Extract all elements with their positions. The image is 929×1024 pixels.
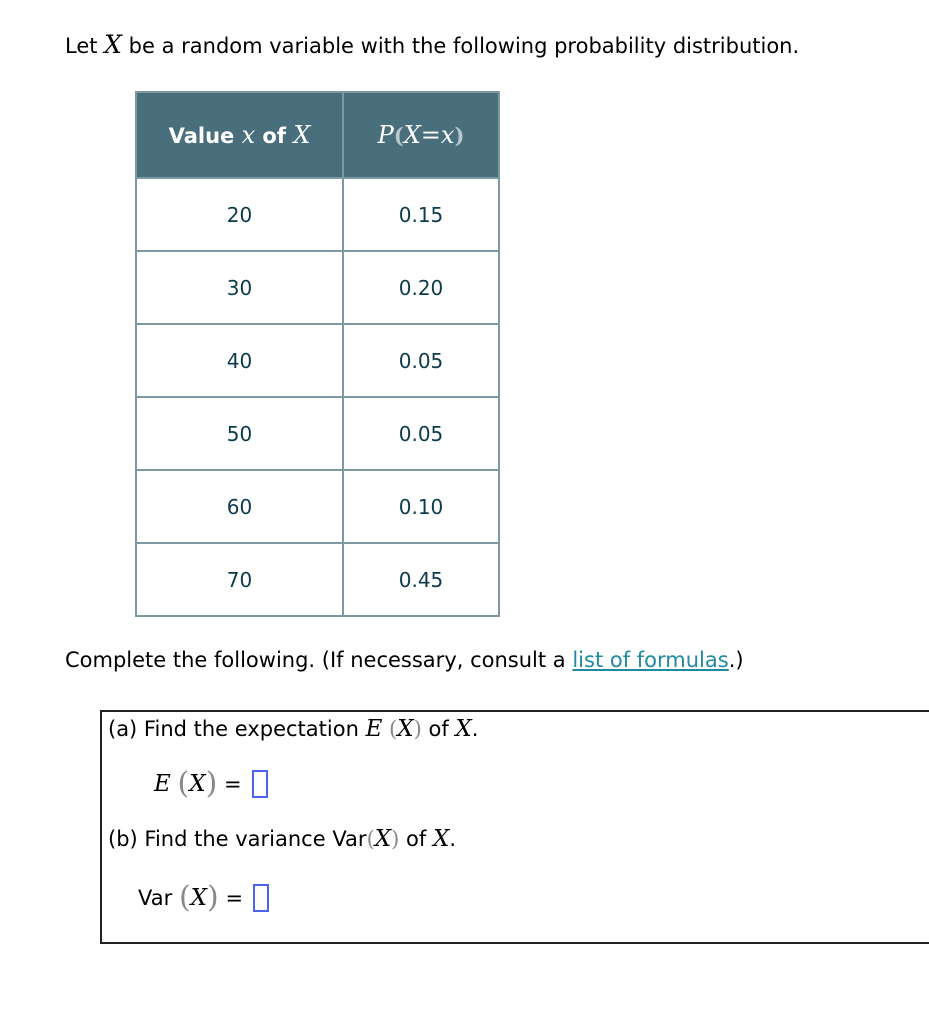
math-var: X [191, 885, 207, 911]
paren: ( [394, 123, 404, 148]
table-row: 300.20 [136, 251, 499, 324]
paren: ( [367, 827, 375, 851]
expectation-answer-input[interactable] [252, 770, 268, 798]
table-header-row: Value x of X P(X=x) [136, 92, 499, 178]
question-b: (b) Find the variance Var(X) of X. [108, 826, 456, 852]
header-var: x [242, 121, 256, 149]
question-text: . [449, 827, 456, 851]
math-func: Var [138, 886, 172, 910]
instructions-text: Complete the following. (If necessary, c… [65, 648, 744, 672]
probability-cell: 0.05 [343, 324, 499, 397]
table-row: 200.15 [136, 178, 499, 251]
probability-cell: 0.10 [343, 470, 499, 543]
header-value-x: Value x of X [136, 92, 343, 178]
question-text: of [422, 717, 456, 741]
table-row: 500.05 [136, 397, 499, 470]
paren: ) [207, 880, 219, 915]
paren: ) [414, 717, 422, 741]
instructions-prefix: Complete the following. (If necessary, c… [65, 648, 572, 672]
math-var: X [455, 716, 471, 742]
header-var: P [378, 121, 394, 149]
intro-variable: X [104, 30, 122, 59]
paren: ( [177, 766, 189, 801]
instructions-suffix: .) [729, 648, 744, 672]
value-x-cell: 20 [136, 178, 343, 251]
value-x-cell: 70 [136, 543, 343, 616]
probability-distribution-table: Value x of X P(X=x) 200.15300.20400.0550… [135, 91, 500, 617]
value-x-cell: 30 [136, 251, 343, 324]
answer-box: (a) Find the expectation E (X) of X. E (… [100, 710, 929, 944]
math-var: X [375, 826, 391, 852]
question-text: of [399, 827, 433, 851]
probability-cell: 0.20 [343, 251, 499, 324]
question-text: (a) Find the expectation [108, 717, 366, 741]
intro-suffix: be a random variable with the following … [122, 34, 799, 58]
math-var: X [397, 716, 413, 742]
header-probability: P(X=x) [343, 92, 499, 178]
value-x-cell: 60 [136, 470, 343, 543]
paren: ) [454, 123, 464, 148]
value-x-cell: 50 [136, 397, 343, 470]
table-row: 700.45 [136, 543, 499, 616]
question-text: (b) Find the variance Var [108, 827, 367, 851]
math-func: E [154, 771, 171, 797]
intro-prefix: Let [65, 34, 104, 58]
equals-sign: = [225, 886, 243, 910]
intro-text: Let X be a random variable with the foll… [65, 30, 799, 59]
header-text: Value [169, 124, 242, 148]
header-var: X [293, 121, 310, 149]
question-text: . [472, 717, 479, 741]
math-func: E [366, 716, 383, 742]
probability-cell: 0.15 [343, 178, 499, 251]
probability-cell: 0.45 [343, 543, 499, 616]
table-row: 600.10 [136, 470, 499, 543]
value-x-cell: 40 [136, 324, 343, 397]
probability-cell: 0.05 [343, 397, 499, 470]
header-text: of [255, 124, 293, 148]
variance-answer-input[interactable] [253, 884, 269, 912]
math-var: X [433, 826, 449, 852]
paren: ( [179, 880, 191, 915]
math-var: X [189, 771, 205, 797]
list-of-formulas-link[interactable]: list of formulas [572, 648, 728, 672]
paren: ) [206, 766, 218, 801]
equals-sign: = [224, 772, 242, 796]
answer-a-line: E (X) = [154, 766, 268, 801]
header-var: X=x [404, 121, 455, 149]
answer-b-line: Var (X) = [138, 880, 269, 915]
question-a: (a) Find the expectation E (X) of X. [108, 716, 478, 742]
table-row: 400.05 [136, 324, 499, 397]
